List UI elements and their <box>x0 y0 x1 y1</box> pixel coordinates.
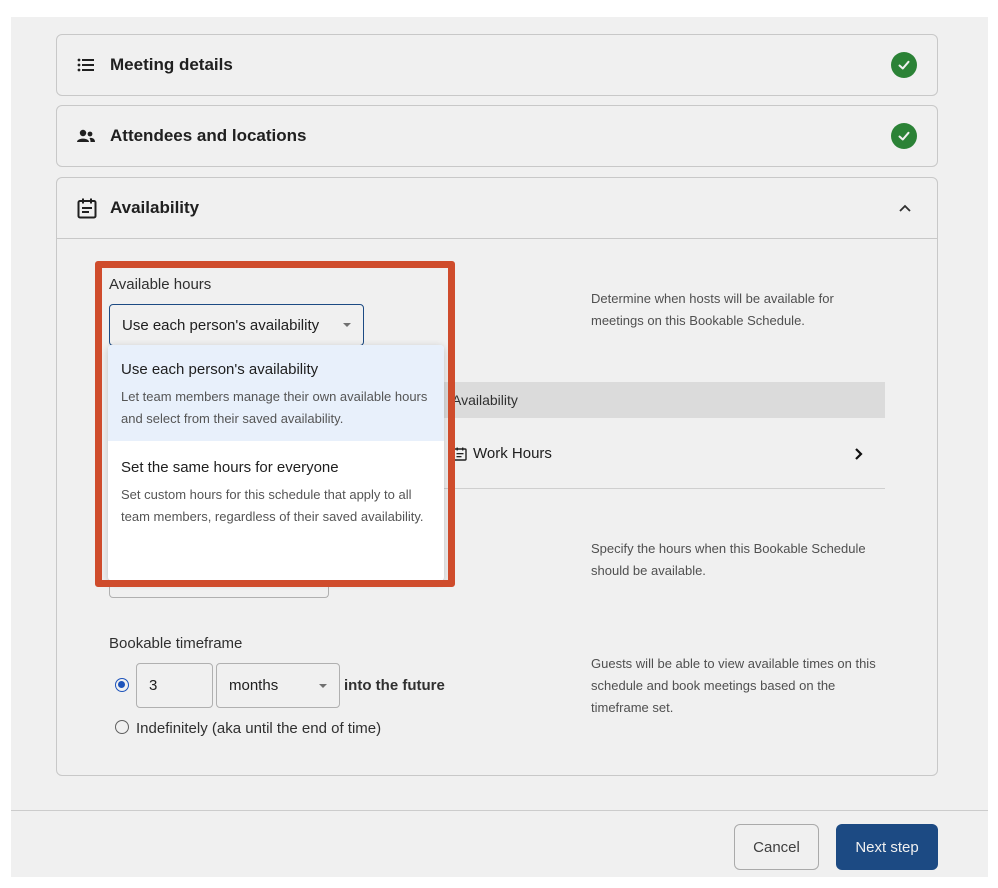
section-title: Meeting details <box>110 55 233 74</box>
next-step-button[interactable]: Next step <box>836 824 938 870</box>
annotation-highlight-box <box>95 261 455 587</box>
timeframe-value: 3 <box>149 677 158 694</box>
timeframe-unit-select[interactable]: months <box>216 663 340 708</box>
section-title: Availability <box>110 198 200 217</box>
people-icon <box>77 129 99 143</box>
meeting-details-header[interactable]: Meeting details <box>57 35 937 95</box>
cancel-button[interactable]: Cancel <box>734 824 819 870</box>
timeframe-suffix: into the future <box>344 677 445 694</box>
schedule-hours-help: Specify the hours when this Bookable Sch… <box>591 541 866 578</box>
work-hours-label: Work Hours <box>473 445 552 462</box>
available-hours-help: Determine when hosts will be available f… <box>591 291 834 328</box>
timeframe-help: Guests will be able to view available ti… <box>591 656 876 715</box>
table-header-label: Availability <box>452 392 518 408</box>
timeframe-radio-indefinitely[interactable] <box>115 720 129 734</box>
attendees-section[interactable]: Attendees and locations <box>56 105 938 167</box>
app-frame: Meeting details Attendees and locations … <box>11 17 988 877</box>
timeframe-value-input[interactable]: 3 <box>136 663 213 708</box>
chevron-right-icon[interactable] <box>854 447 863 461</box>
section-title: Attendees and locations <box>110 126 307 145</box>
attendees-header[interactable]: Attendees and locations <box>57 106 937 166</box>
list-icon <box>77 58 99 72</box>
check-icon <box>891 123 917 149</box>
timeframe-label: Bookable timeframe <box>109 635 243 652</box>
divider <box>57 238 937 239</box>
calendar-icon <box>77 198 99 219</box>
calendar-small-icon <box>453 447 467 461</box>
availability-header[interactable]: Availability <box>57 178 937 238</box>
timeframe-unit: months <box>229 677 279 694</box>
caret-down-icon <box>319 683 327 688</box>
meeting-details-section[interactable]: Meeting details <box>56 34 938 96</box>
indefinitely-label[interactable]: Indefinitely (aka until the end of time) <box>136 720 381 737</box>
check-icon <box>891 52 917 78</box>
chevron-up-icon[interactable] <box>893 196 917 220</box>
footer: Cancel Next step <box>11 810 988 877</box>
timeframe-radio-future[interactable] <box>115 678 129 692</box>
